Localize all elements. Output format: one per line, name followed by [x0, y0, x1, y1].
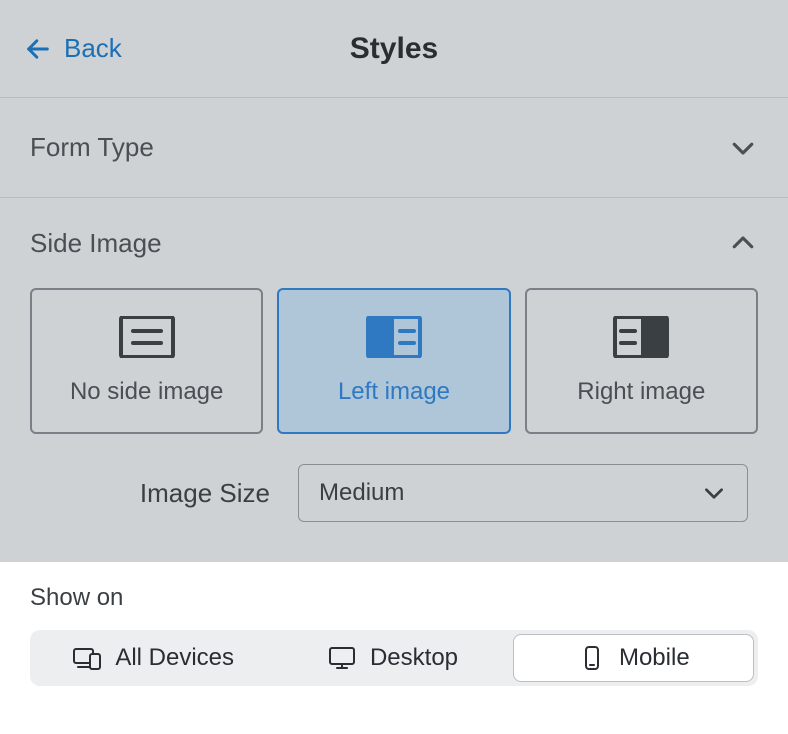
left-image-icon [364, 316, 424, 358]
show-on-segmented-control: All Devices Desktop Mobile [30, 630, 758, 686]
header: Back Styles [0, 0, 788, 98]
desktop-icon [328, 646, 356, 670]
chevron-down-icon [728, 133, 758, 163]
back-button[interactable]: Back [24, 33, 122, 64]
back-label: Back [64, 33, 122, 64]
segment-label: Desktop [370, 644, 458, 672]
show-on-label: Show on [30, 584, 758, 612]
option-right-image[interactable]: Right image [525, 288, 758, 434]
chevron-up-icon [728, 228, 758, 258]
side-image-options: No side image Left image Right image [0, 288, 788, 464]
right-image-icon [611, 316, 671, 358]
option-label: Right image [577, 378, 705, 406]
section-label-form-type: Form Type [30, 132, 154, 163]
segment-all-devices[interactable]: All Devices [34, 634, 273, 682]
image-size-select[interactable]: Medium [298, 464, 748, 522]
image-size-field: Image Size Medium [0, 464, 788, 562]
image-size-value: Medium [319, 479, 404, 507]
section-form-type[interactable]: Form Type [0, 98, 788, 198]
option-label: Left image [338, 378, 450, 406]
segment-label: All Devices [115, 644, 234, 672]
mobile-icon [577, 646, 605, 670]
segment-mobile[interactable]: Mobile [513, 634, 754, 682]
option-left-image[interactable]: Left image [277, 288, 510, 434]
segment-desktop[interactable]: Desktop [273, 634, 512, 682]
show-on-panel: Show on All Devices Desktop Mobile [0, 562, 788, 726]
option-label: No side image [70, 378, 223, 406]
segment-label: Mobile [619, 644, 690, 672]
chevron-down-icon [701, 480, 727, 506]
option-no-side-image[interactable]: No side image [30, 288, 263, 434]
arrow-left-icon [24, 35, 52, 63]
section-side-image[interactable]: Side Image [0, 198, 788, 288]
no-side-image-icon [117, 316, 177, 358]
section-label-side-image: Side Image [30, 228, 162, 259]
image-size-label: Image Size [140, 478, 270, 509]
devices-icon [73, 646, 101, 670]
